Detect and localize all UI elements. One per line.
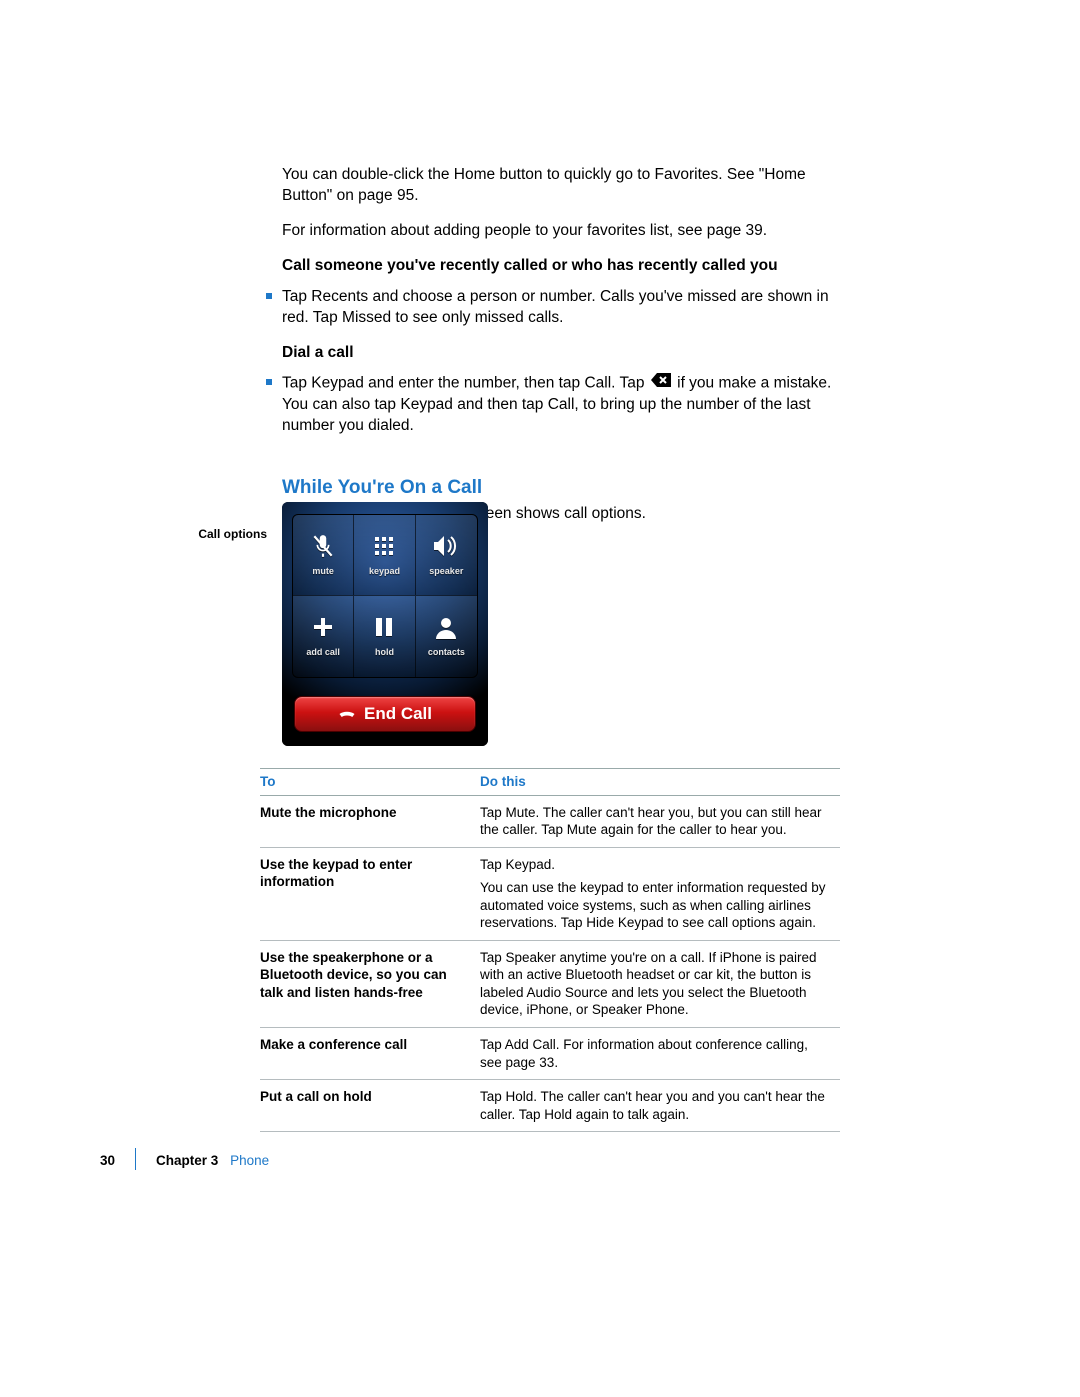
label: hold: [375, 646, 394, 658]
bullet-text: Tap Keypad and enter the number, then ta…: [282, 373, 842, 436]
hold-button[interactable]: hold: [354, 596, 415, 677]
cell-to: Make a conference call: [260, 1028, 480, 1080]
subhead: Dial a call: [282, 343, 842, 364]
speaker-icon: [431, 533, 461, 559]
table-row: Use the speakerphone or a Bluetooth devi…: [260, 940, 840, 1027]
cell-paragraph: Tap Keypad.: [480, 856, 828, 874]
paragraph: You can double-click the Home button to …: [282, 165, 842, 207]
end-call-button[interactable]: End Call: [294, 696, 476, 732]
cell-to: Mute the microphone: [260, 795, 480, 847]
table-row: Use the keypad to enter informationTap K…: [260, 847, 840, 940]
label: mute: [312, 565, 334, 577]
cell-paragraph: Tap Mute. The caller can't hear you, but…: [480, 804, 828, 839]
table-row: Make a conference callTap Add Call. For …: [260, 1028, 840, 1080]
manual-page: You can double-click the Home button to …: [0, 0, 1080, 1397]
table-row: Put a call on holdTap Hold. The caller c…: [260, 1080, 840, 1132]
subhead: Call someone you've recently called or w…: [282, 256, 842, 277]
keypad-icon: [369, 533, 399, 559]
cell-to: Put a call on hold: [260, 1080, 480, 1132]
cell-do: Tap Keypad. You can use the keypad to ent…: [480, 847, 840, 940]
end-call-label: End Call: [364, 703, 432, 726]
footer-divider: [135, 1148, 136, 1170]
cell-paragraph: Tap Add Call. For information about conf…: [480, 1036, 828, 1071]
bullet-text: Tap Recents and choose a person or numbe…: [282, 287, 842, 329]
speaker-button[interactable]: speaker: [416, 515, 477, 596]
cell-paragraph: Tap Hold. The caller can't hear you and …: [480, 1088, 828, 1123]
section-heading: While You're On a Call: [282, 475, 842, 501]
text-run: Tap Keypad and enter the number, then ta…: [282, 375, 649, 392]
chapter-label: Chapter 3: [156, 1153, 218, 1168]
mute-button[interactable]: mute: [293, 515, 354, 596]
label: add call: [306, 646, 340, 658]
page-number: 30: [100, 1152, 115, 1170]
footer-chapter: Chapter 3 Phone: [156, 1152, 269, 1170]
body-text: You can double-click the Home button to …: [282, 165, 842, 535]
bullet-item: Tap Keypad and enter the number, then ta…: [282, 373, 842, 436]
options-table: To Do this Mute the microphoneTap Mute. …: [260, 768, 840, 1132]
figure-caption: Call options: [192, 526, 267, 542]
bullet-icon: [266, 293, 272, 299]
contacts-button[interactable]: contacts: [416, 596, 477, 677]
th-to: To: [260, 769, 480, 796]
backspace-icon: [651, 373, 671, 394]
cell-do: Tap Hold. The caller can't hear you and …: [480, 1080, 840, 1132]
cell-paragraph: Tap Speaker anytime you're on a call. If…: [480, 949, 828, 1019]
page-footer: 30 Chapter 3 Phone: [100, 1152, 269, 1170]
th-do: Do this: [480, 769, 840, 796]
label: keypad: [369, 565, 400, 577]
person-icon: [431, 614, 461, 640]
label: speaker: [429, 565, 463, 577]
phone-hangup-icon: [338, 705, 356, 723]
cell-do: Tap Add Call. For information about conf…: [480, 1028, 840, 1080]
bullet-item: Tap Recents and choose a person or numbe…: [282, 287, 842, 329]
label: contacts: [428, 646, 465, 658]
mute-icon: [308, 533, 338, 559]
call-options-grid: mute keypad speaker add call: [292, 514, 478, 678]
table-row: Mute the microphoneTap Mute. The caller …: [260, 795, 840, 847]
cell-to: Use the keypad to enter information: [260, 847, 480, 940]
keypad-button[interactable]: keypad: [354, 515, 415, 596]
pause-icon: [369, 614, 399, 640]
plus-icon: [308, 614, 338, 640]
cell-to: Use the speakerphone or a Bluetooth devi…: [260, 940, 480, 1027]
paragraph: For information about adding people to y…: [282, 221, 842, 242]
add-call-button[interactable]: add call: [293, 596, 354, 677]
call-screen: mute keypad speaker add call: [282, 502, 488, 746]
chapter-name: Phone: [230, 1153, 269, 1168]
cell-do: Tap Speaker anytime you're on a call. If…: [480, 940, 840, 1027]
cell-paragraph: You can use the keypad to enter informat…: [480, 879, 828, 932]
cell-do: Tap Mute. The caller can't hear you, but…: [480, 795, 840, 847]
bullet-icon: [266, 379, 272, 385]
